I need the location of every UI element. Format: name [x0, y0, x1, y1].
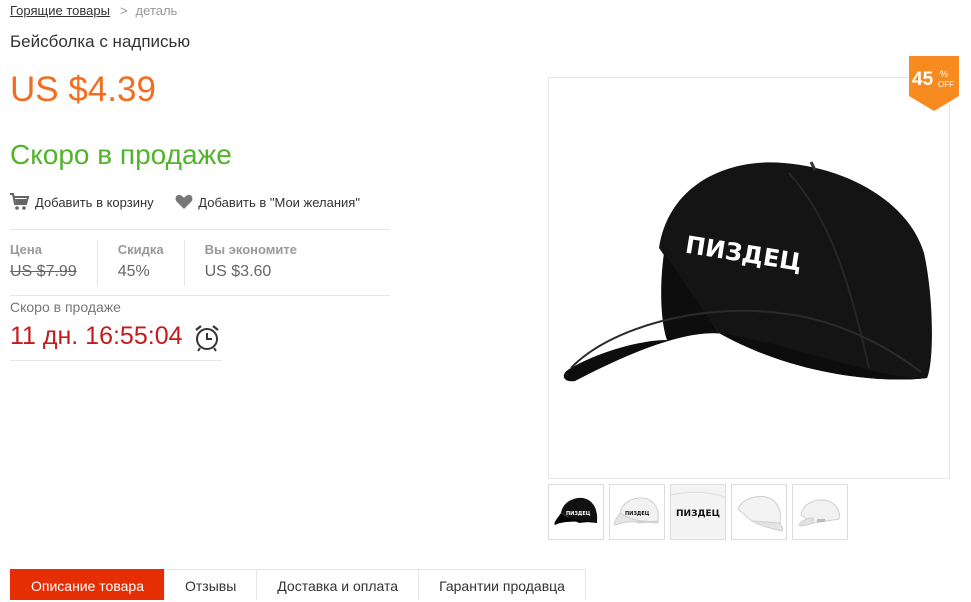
- discount-value: 45%: [117, 263, 150, 280]
- tab-description[interactable]: Описание товара: [10, 569, 165, 600]
- add-to-cart-label: Добавить в корзину: [35, 194, 154, 210]
- countdown-value: 11 дн. 16:55:04: [10, 322, 183, 350]
- stat-discount: Скидка 45%: [118, 240, 185, 286]
- tab-shipping[interactable]: Доставка и оплата: [256, 569, 420, 600]
- thumbnail-caption: ПИЗДЕЦ: [566, 511, 591, 517]
- alarm-clock-icon: [194, 325, 219, 352]
- badge-percent: %: [940, 69, 948, 79]
- product-price: US $4.39: [10, 70, 156, 109]
- breadcrumb-link-hot-products[interactable]: Горящие товары: [10, 3, 110, 18]
- countdown-label: Скоро в продаже: [10, 299, 121, 315]
- price-stats: Цена US $7.99 Скидка 45% Вы экономите US…: [10, 240, 337, 286]
- original-price-value: US $7.99: [10, 263, 77, 280]
- cart-icon: [10, 193, 30, 210]
- thumbnail-1[interactable]: ПИЗДЕЦ: [548, 484, 604, 540]
- cap-image: ПИЗДЕЦ: [563, 161, 932, 382]
- thumbnail-caption: ПИЗДЕЦ: [676, 509, 720, 519]
- thumbnail-image: ПИЗДЕЦ: [554, 497, 598, 525]
- stat-label: Вы экономите: [204, 242, 297, 257]
- thumbnail-4[interactable]: [731, 484, 787, 540]
- add-to-cart-button[interactable]: Добавить в корзину: [10, 193, 154, 211]
- breadcrumb-current: деталь: [135, 3, 178, 18]
- badge-number: 45: [912, 69, 934, 90]
- thumbnail-caption: ПИЗДЕЦ: [625, 511, 650, 517]
- add-to-wishlist-button[interactable]: Добавить в "Мои желания": [175, 194, 360, 210]
- stat-original-price: Цена US $7.99: [10, 240, 98, 286]
- divider: [10, 229, 390, 230]
- availability-status: Скоро в продаже: [10, 139, 232, 170]
- tab-reviews[interactable]: Отзывы: [163, 569, 258, 600]
- thumbnail-5[interactable]: [792, 484, 848, 540]
- product-main-image[interactable]: ПИЗДЕЦ: [548, 77, 950, 479]
- breadcrumb: Горящие товары > деталь: [10, 3, 177, 18]
- thumbnail-gallery: ПИЗДЕЦ ПИЗДЕЦ ПИЗДЕЦ: [548, 484, 853, 540]
- product-tabs: Описание товара Отзывы Доставка и оплата Га…: [10, 569, 586, 600]
- thumbnail-3[interactable]: ПИЗДЕЦ: [670, 484, 726, 540]
- stat-label: Цена: [10, 242, 42, 257]
- savings-value: US $3.60: [204, 263, 272, 280]
- badge-off: OFF: [938, 80, 954, 89]
- heart-icon: [175, 194, 193, 209]
- thumbnail-2[interactable]: ПИЗДЕЦ: [609, 484, 665, 540]
- thumbnail-image: ПИЗДЕЦ: [671, 485, 725, 539]
- stat-label: Скидка: [117, 242, 164, 257]
- stat-savings: Вы экономите US $3.60: [205, 240, 317, 286]
- countdown-timer: 11 дн. 16:55:04: [10, 322, 222, 361]
- add-to-wishlist-label: Добавить в "Мои желания": [198, 194, 360, 210]
- product-title: Бейсболка с надписью: [10, 32, 191, 51]
- thumbnail-image: [737, 496, 784, 532]
- product-actions: Добавить в корзину Добавить в "Мои желан…: [10, 193, 378, 211]
- tab-guarantees[interactable]: Гарантии продавца: [418, 569, 586, 600]
- thumbnail-image: [798, 499, 840, 527]
- divider: [10, 295, 390, 296]
- discount-badge: 45 % OFF: [909, 56, 959, 111]
- breadcrumb-separator: >: [119, 3, 128, 18]
- thumbnail-image: ПИЗДЕЦ: [613, 497, 659, 526]
